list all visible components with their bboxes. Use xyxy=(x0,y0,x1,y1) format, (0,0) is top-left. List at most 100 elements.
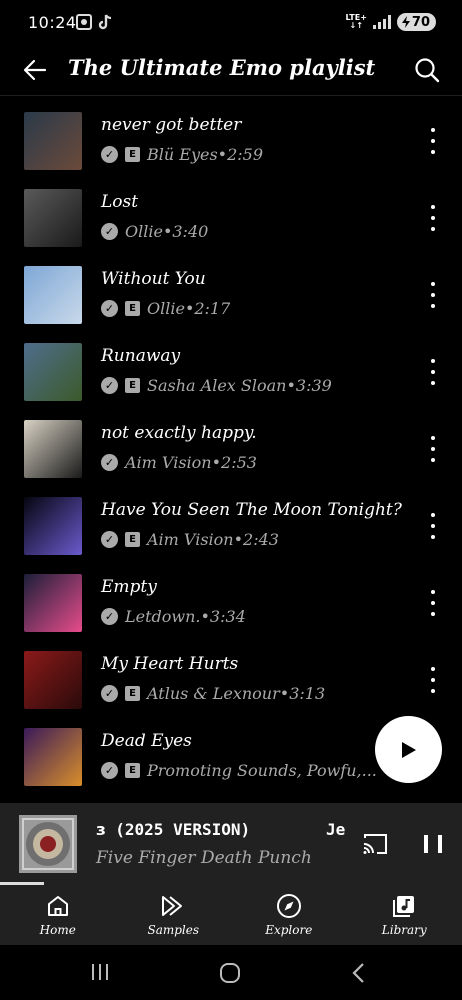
song-row[interactable]: Empty ✓ Letdown. • 3:34 xyxy=(0,566,462,643)
home-icon xyxy=(47,896,68,916)
top-app-bar: The Ultimate Emo playlist xyxy=(0,46,462,96)
meta-separator: • xyxy=(279,684,290,703)
status-time: 10:24 xyxy=(28,13,77,32)
song-artist: Blü Eyes xyxy=(147,145,218,164)
song-title: My Heart Hurts xyxy=(101,654,239,674)
song-duration: 3:40 xyxy=(172,222,209,241)
song-duration: 2:59 xyxy=(227,145,264,164)
song-row[interactable]: never got better ✓ E Blü Eyes • 2:59 xyxy=(0,104,462,181)
more-options-icon[interactable] xyxy=(426,513,440,539)
song-meta: ✓ E Blü Eyes • 2:59 xyxy=(101,145,263,164)
more-options-icon[interactable] xyxy=(426,359,440,385)
song-artist: Ollie xyxy=(147,299,185,318)
signal-icon xyxy=(372,15,391,29)
system-navigation-bar xyxy=(0,945,462,1000)
song-duration: 3:39 xyxy=(295,376,332,395)
song-meta: ✓ E Ollie • 2:17 xyxy=(101,299,230,318)
song-meta: ✓ E Aim Vision • 2:43 xyxy=(101,530,279,549)
cast-icon[interactable] xyxy=(362,833,388,855)
nav-home[interactable]: Home xyxy=(0,885,116,945)
explicit-badge: E xyxy=(125,301,140,316)
explicit-badge: E xyxy=(125,686,140,701)
song-artist: Promoting Sounds, Powfu,... xyxy=(147,761,377,780)
mini-player-title: ɜ (2025 VERSION) xyxy=(96,820,251,839)
play-icon xyxy=(401,741,416,758)
charging-icon xyxy=(401,16,410,28)
album-art xyxy=(24,266,82,324)
recent-apps-icon[interactable] xyxy=(90,962,110,986)
mini-player[interactable]: ɜ (2025 VERSION) Je Five Finger Death Pu… xyxy=(0,803,462,885)
song-row[interactable]: Lost ✓ Ollie • 3:40 xyxy=(0,181,462,258)
song-meta: ✓ Letdown. • 3:34 xyxy=(101,607,246,626)
meta-separator: • xyxy=(211,453,222,472)
more-options-icon[interactable] xyxy=(426,667,440,693)
meta-separator: • xyxy=(217,145,228,164)
bottom-navigation: Home Samples Explore Library xyxy=(0,885,462,945)
song-row[interactable]: Runaway ✓ E Sasha Alex Sloan • 3:39 xyxy=(0,335,462,412)
downloaded-check-icon: ✓ xyxy=(101,608,118,625)
album-art xyxy=(24,189,82,247)
song-duration: 2:53 xyxy=(221,453,257,472)
song-artist: Sasha Alex Sloan xyxy=(147,376,287,395)
back-arrow-icon[interactable] xyxy=(20,55,50,85)
downloaded-check-icon: ✓ xyxy=(101,300,118,317)
explicit-badge: E xyxy=(125,378,140,393)
song-duration: 3:13 xyxy=(289,684,326,703)
nav-explore[interactable]: Explore xyxy=(231,885,347,945)
nav-samples[interactable]: Samples xyxy=(116,885,232,945)
song-duration: 3:34 xyxy=(209,607,246,626)
screenshot-icon xyxy=(76,14,92,30)
nav-explore-label: Explore xyxy=(265,923,313,937)
search-icon[interactable] xyxy=(412,55,442,85)
mini-player-album-art xyxy=(19,815,77,873)
status-notification-icons xyxy=(76,14,112,30)
nav-samples-label: Samples xyxy=(147,923,200,937)
song-artist: Atlus & Lexnour xyxy=(147,684,280,703)
downloaded-check-icon: ✓ xyxy=(101,531,118,548)
downloaded-check-icon: ✓ xyxy=(101,146,118,163)
meta-separator: • xyxy=(200,607,210,626)
pause-icon[interactable] xyxy=(424,835,442,853)
song-row[interactable]: Have You Seen The Moon Tonight? ✓ E Aim Vis… xyxy=(0,489,462,566)
downloaded-check-icon: ✓ xyxy=(101,223,118,240)
battery-indicator: 70 xyxy=(396,13,436,31)
more-options-icon[interactable] xyxy=(426,205,440,231)
status-bar: 10:24 LTE+ ↓↑ 70 xyxy=(0,0,462,46)
explicit-badge: E xyxy=(125,147,140,162)
song-title: not exactly happy. xyxy=(101,423,257,443)
downloaded-check-icon: ✓ xyxy=(101,762,118,779)
meta-separator: • xyxy=(184,299,195,318)
more-options-icon[interactable] xyxy=(426,590,440,616)
song-artist: Aim Vision xyxy=(147,530,234,549)
library-icon xyxy=(393,896,415,917)
song-row[interactable]: Without You ✓ E Ollie • 2:17 xyxy=(0,258,462,335)
more-options-icon[interactable] xyxy=(426,282,440,308)
album-art xyxy=(24,728,82,786)
battery-level: 70 xyxy=(411,14,430,30)
song-row[interactable]: not exactly happy. ✓ Aim Vision • 2:53 xyxy=(0,412,462,489)
nav-library[interactable]: Library xyxy=(347,885,462,945)
home-system-icon[interactable] xyxy=(219,962,241,988)
song-title: never got better xyxy=(101,115,242,135)
status-right-icons: LTE+ ↓↑ 70 xyxy=(346,13,436,31)
explicit-badge: E xyxy=(125,763,140,778)
song-title: Empty xyxy=(101,577,157,597)
nav-home-label: Home xyxy=(39,923,76,937)
song-row[interactable]: My Heart Hurts ✓ E Atlus & Lexnour • 3:13 xyxy=(0,643,462,720)
downloaded-check-icon: ✓ xyxy=(101,454,118,471)
page-title: The Ultimate Emo playlist xyxy=(68,55,376,80)
mini-player-artist: Five Finger Death Punch xyxy=(96,848,312,868)
more-options-icon[interactable] xyxy=(426,436,440,462)
mini-player-title-continued: Je xyxy=(326,820,346,839)
meta-separator: • xyxy=(286,376,296,395)
play-button[interactable] xyxy=(375,716,442,783)
tiktok-icon xyxy=(98,14,112,30)
song-meta: ✓ Ollie • 3:40 xyxy=(101,222,208,241)
song-duration: 2:43 xyxy=(243,530,279,549)
more-options-icon[interactable] xyxy=(426,128,440,154)
song-meta: ✓ E Sasha Alex Sloan • 3:39 xyxy=(101,376,332,395)
back-system-icon[interactable] xyxy=(350,962,366,988)
downloaded-check-icon: ✓ xyxy=(101,685,118,702)
song-title: Without You xyxy=(101,269,206,289)
compass-icon xyxy=(276,894,301,918)
